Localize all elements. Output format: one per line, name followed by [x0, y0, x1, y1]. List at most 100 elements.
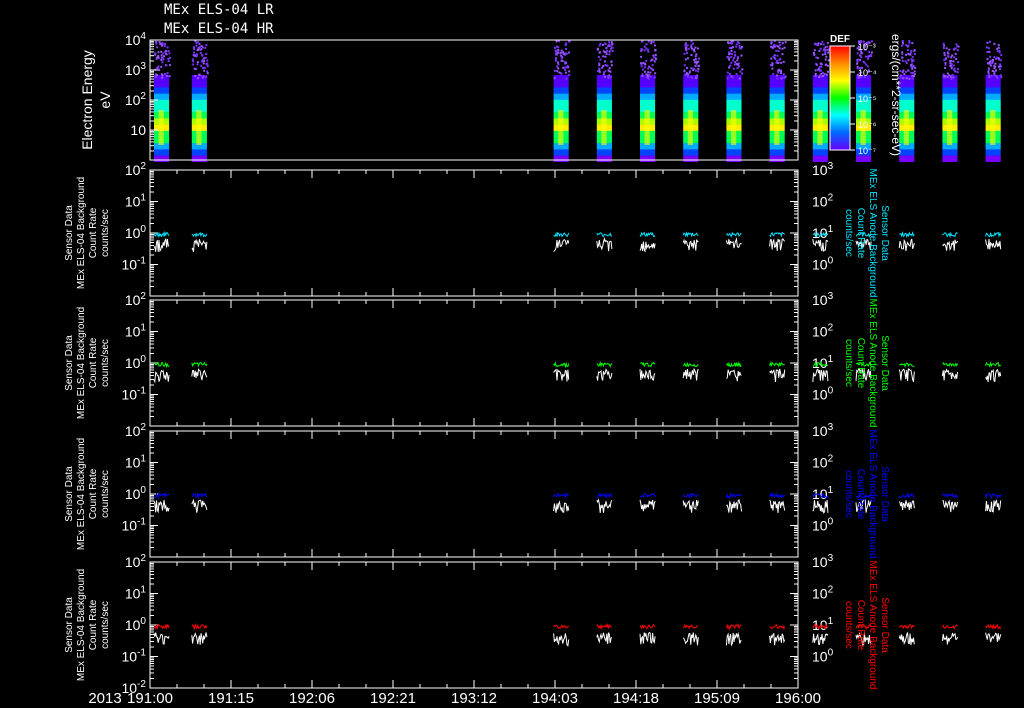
spectrogram-sparse-cell: [770, 57, 773, 60]
spectrogram-sparse-cell: [950, 67, 953, 70]
y-right-tick-label: 100: [812, 256, 834, 273]
spectrogram-sparse-cell: [198, 73, 201, 76]
spectrogram-sparse-cell: [815, 63, 818, 66]
spectrogram-cell: [191, 87, 207, 94]
white-series-line: [639, 369, 656, 381]
white-series-line: [985, 238, 1002, 250]
spectrogram-sparse-cell: [986, 50, 989, 53]
colored-series-line: [898, 624, 915, 630]
spectrogram-sparse-cell: [156, 66, 159, 69]
spectrogram-sparse-cell: [554, 57, 557, 60]
spectrogram-sparse-cell: [202, 62, 205, 65]
colored-series-line: [639, 231, 656, 238]
spectrogram-sparse-cell: [781, 53, 784, 56]
spectrogram-sparse-cell: [996, 75, 999, 78]
spectrogram-sparse-cell: [191, 58, 194, 61]
white-series-line: [639, 499, 656, 512]
spectrogram-sparse-cell: [690, 76, 693, 79]
spectrogram-sparse-cell: [736, 56, 739, 59]
spectrogram-sparse-cell: [943, 51, 946, 54]
spectrogram-sparse-cell: [684, 42, 687, 45]
white-series-line: [191, 498, 208, 513]
spectrogram-cell: [191, 99, 207, 107]
spectrogram-sparse-cell: [908, 77, 911, 80]
spectrogram-sparse-cell: [686, 66, 689, 69]
left-axis-label-line: MEx ELS-04 Background: [76, 438, 87, 550]
spectrogram-sparse-cell: [733, 51, 736, 54]
spectrogram-sparse-cell: [641, 73, 644, 76]
white-series-line: [985, 632, 1002, 643]
white-series-line: [726, 369, 742, 382]
spectrogram-sparse-cell: [603, 51, 606, 54]
spectrogram-sparse-cell: [605, 46, 608, 49]
spectrogram-sparse-cell: [161, 74, 164, 77]
spectrogram-sparse-cell: [598, 44, 601, 47]
spectrogram-sparse-cell: [943, 54, 946, 57]
spectrogram-sparse-cell: [195, 41, 198, 44]
spectrogram-sparse-cell: [684, 58, 687, 61]
y-tick-label: 102: [125, 553, 147, 570]
spectrogram-sparse-cell: [195, 44, 198, 47]
spectrogram-sparse-cell: [814, 74, 817, 77]
spectrogram-sparse-cell: [602, 73, 605, 76]
spectrogram-cell: [191, 93, 207, 100]
spectrogram-sparse-cell: [911, 67, 914, 70]
white-series-line: [553, 633, 570, 647]
spectrogram-cell: [985, 81, 1001, 88]
spectrogram-sparse-cell: [598, 51, 601, 54]
colored-series-line: [596, 232, 613, 237]
spectrogram-sparse-cell: [913, 70, 916, 73]
spectrogram-cell: [687, 110, 694, 145]
left-axis-label-line: counts/sec: [100, 470, 111, 518]
colorbar-tick-label: 10⁻⁴: [858, 68, 877, 78]
spectrogram-sparse-cell: [735, 73, 738, 76]
spectrogram-sparse-cell: [772, 55, 775, 58]
colored-series-line: [769, 361, 785, 368]
spectrogram-sparse-cell: [954, 52, 957, 55]
colored-series-line: [639, 361, 656, 368]
left-axis-label-line: Count Rate: [88, 599, 99, 650]
spectrogram-sparse-cell: [201, 76, 204, 79]
spectrogram-sparse-cell: [651, 58, 654, 61]
spectrogram-cell: [553, 149, 569, 156]
spectrogram-sparse-cell: [952, 60, 955, 63]
spectrogram-sparse-cell: [165, 50, 168, 53]
y-tick-label: 103: [125, 61, 147, 78]
spectrogram-sparse-cell: [690, 67, 693, 70]
spectrogram-sparse-cell: [955, 57, 958, 60]
x-tick-label: 194:03: [532, 690, 578, 707]
spectrogram-sparse-cell: [859, 59, 862, 62]
colored-series-line: [153, 492, 170, 500]
count-rate-panel-frame: [149, 561, 799, 689]
spectrogram-sparse-cell: [203, 69, 206, 72]
spectrogram-cell: [856, 81, 872, 88]
spectrogram-sparse-cell: [741, 72, 744, 75]
spectrogram-sparse-cell: [690, 43, 693, 46]
spectrogram-sparse-cell: [155, 42, 158, 45]
spectrogram-sparse-cell: [819, 62, 822, 65]
spectrogram-cell: [154, 99, 170, 107]
y-tick-label: 101: [125, 454, 147, 471]
y-tick-label: 102: [125, 291, 147, 308]
colored-series-line: [639, 623, 656, 630]
white-series-line: [639, 241, 656, 253]
spectrogram-cell: [683, 155, 699, 162]
spectrogram-sparse-cell: [906, 49, 909, 52]
spectrogram-sparse-cell: [993, 64, 996, 67]
spectrogram-sparse-cell: [822, 71, 825, 74]
spectrogram-sparse-cell: [942, 42, 945, 45]
spectrogram-sparse-cell: [603, 60, 606, 63]
colorbar-tick-label: 10⁻⁷: [858, 146, 876, 156]
spectrogram-sparse-cell: [553, 69, 556, 72]
spectrogram-sparse-cell: [772, 73, 775, 76]
spectrogram-sparse-cell: [911, 42, 914, 45]
spectrogram-sparse-cell: [824, 58, 827, 61]
spectrogram-cell: [596, 149, 612, 156]
spectrogram-sparse-cell: [694, 46, 697, 49]
left-axis-label-line: Count Rate: [88, 337, 99, 388]
colored-series-line: [769, 492, 786, 499]
spectrogram-sparse-cell: [598, 64, 601, 67]
spectrogram-sparse-cell: [611, 46, 614, 49]
spectrogram-sparse-cell: [728, 58, 731, 61]
spectrogram-cell: [856, 87, 872, 94]
